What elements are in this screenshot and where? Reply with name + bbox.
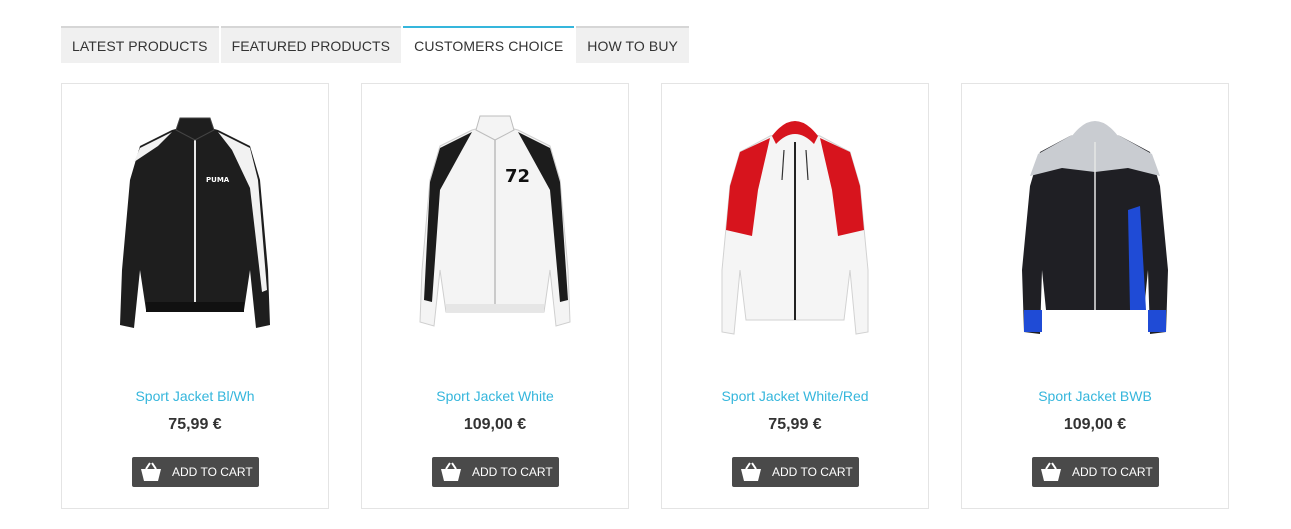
product-card: PUMA Sport Jacket Bl/Wh 75,99 € ADD TO C… [61, 83, 329, 509]
svg-text:72: 72 [505, 166, 530, 187]
shopping-basket-icon [740, 461, 764, 483]
product-tabs: LATEST PRODUCTS FEATURED PRODUCTS CUSTOM… [61, 26, 691, 64]
tab-how-to-buy[interactable]: HOW TO BUY [576, 26, 689, 63]
black-white-blue-hooded-jacket-icon [1022, 121, 1168, 334]
product-name-link[interactable]: Sport Jacket Bl/Wh [62, 388, 328, 404]
add-to-cart-button[interactable]: ADD TO CART [1032, 457, 1159, 487]
tab-customers-choice[interactable]: CUSTOMERS CHOICE [403, 26, 575, 63]
add-to-cart-label: ADD TO CART [172, 465, 253, 479]
product-image-link[interactable] [962, 110, 1228, 350]
add-to-cart-button[interactable]: ADD TO CART [732, 457, 859, 487]
shopping-basket-icon [140, 461, 164, 483]
add-to-cart-label: ADD TO CART [1072, 465, 1153, 479]
white-red-hooded-jacket-icon [721, 121, 869, 335]
product-image-link[interactable] [662, 110, 928, 350]
product-card: Sport Jacket BWB 109,00 € ADD TO CART [961, 83, 1229, 509]
product-image-link[interactable]: 72 [362, 110, 628, 350]
shopping-basket-icon [1040, 461, 1064, 483]
black-white-track-jacket-icon: PUMA [120, 117, 270, 328]
tab-latest-products[interactable]: LATEST PRODUCTS [61, 26, 219, 63]
add-to-cart-label: ADD TO CART [772, 465, 853, 479]
product-price: 109,00 € [463, 416, 527, 433]
tab-featured-products[interactable]: FEATURED PRODUCTS [220, 26, 402, 63]
product-image-link[interactable]: PUMA [62, 110, 328, 350]
add-to-cart-button[interactable]: ADD TO CART [132, 457, 259, 487]
add-to-cart-label: ADD TO CART [472, 465, 553, 479]
product-price: 75,99 € [168, 416, 222, 433]
product-name-link[interactable]: Sport Jacket White/Red [662, 388, 928, 404]
white-track-jacket-72-icon: 72 [419, 115, 571, 327]
svg-text:PUMA: PUMA [206, 176, 230, 184]
shopping-basket-icon [440, 461, 464, 483]
product-price: 75,99 € [768, 416, 822, 433]
product-name-link[interactable]: Sport Jacket BWB [962, 388, 1228, 404]
product-grid: PUMA Sport Jacket Bl/Wh 75,99 € ADD TO C… [61, 83, 1229, 509]
product-price: 109,00 € [1063, 416, 1127, 433]
product-name-link[interactable]: Sport Jacket White [362, 388, 628, 404]
product-card: 72 Sport Jacket White 109,00 € ADD TO CA… [361, 83, 629, 509]
add-to-cart-button[interactable]: ADD TO CART [432, 457, 559, 487]
product-card: Sport Jacket White/Red 75,99 € ADD TO CA… [661, 83, 929, 509]
